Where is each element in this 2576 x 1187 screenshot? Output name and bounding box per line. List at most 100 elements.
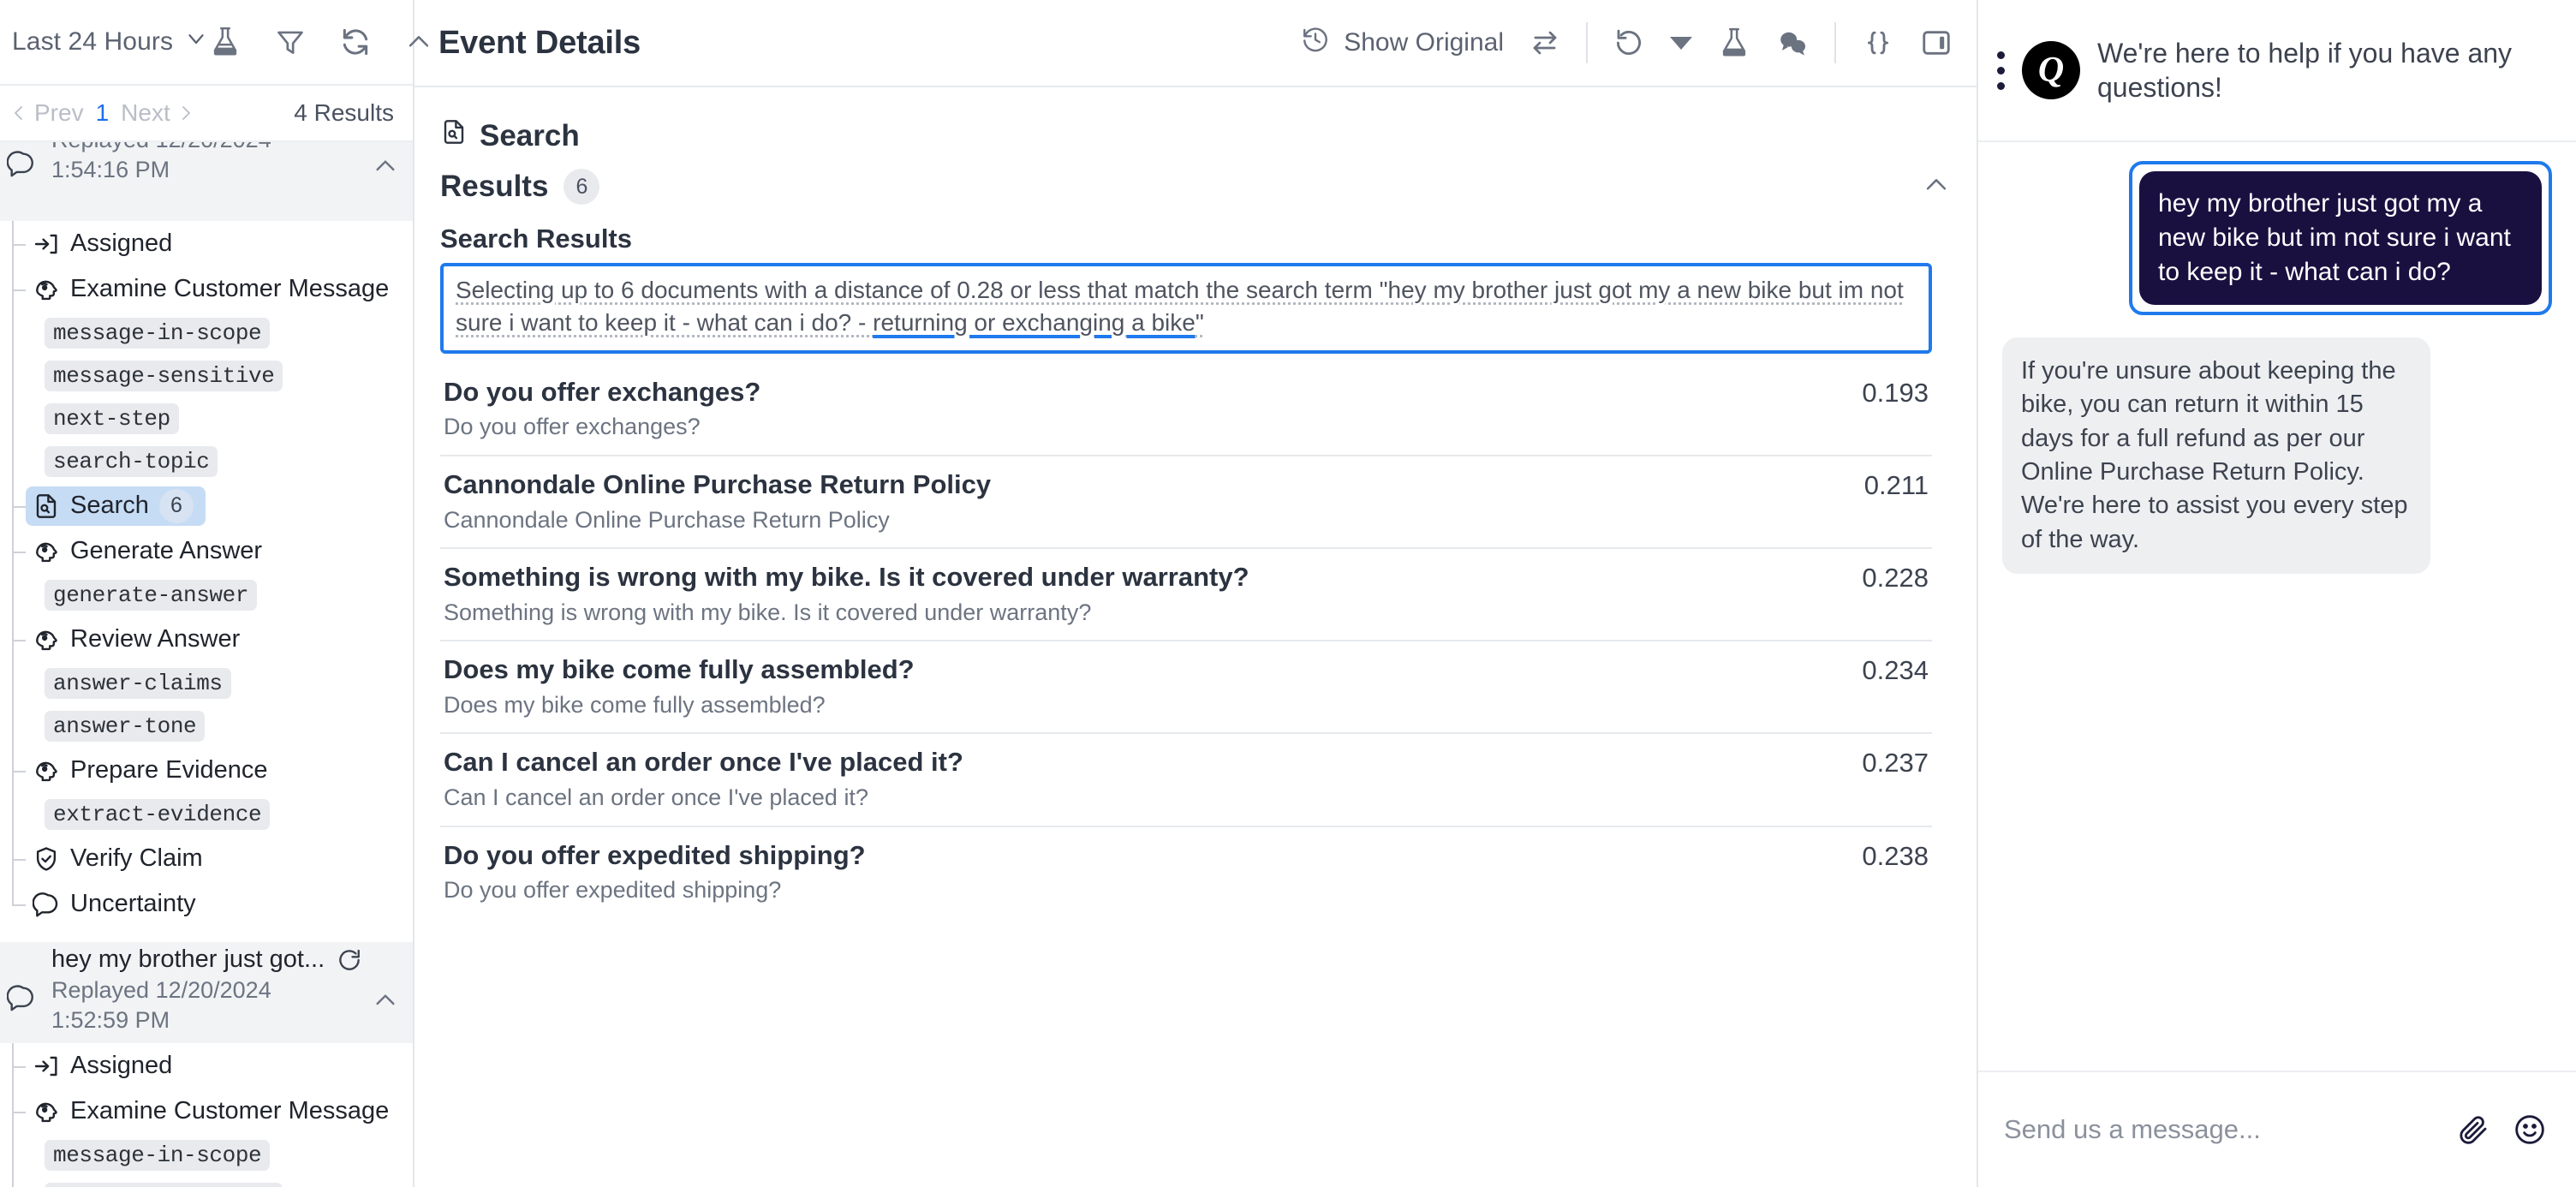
pagination-controls: Prev 1 Next bbox=[9, 99, 196, 127]
tree-tag-row[interactable]: answer-tone bbox=[0, 705, 413, 748]
session-header[interactable]: Replayed 12/20/2024 1:54:16 PM bbox=[0, 142, 413, 221]
show-original-button[interactable]: Show Original bbox=[1301, 25, 1504, 61]
refresh-icon[interactable] bbox=[1613, 27, 1644, 58]
paperclip-icon[interactable] bbox=[2456, 1112, 2490, 1147]
search-result-main: Cannondale Online Purchase Return Policy… bbox=[444, 468, 1830, 534]
sessions-scroll-area[interactable]: Replayed 12/20/2024 1:54:16 PM Assigned E… bbox=[0, 142, 413, 1187]
tree-tag[interactable]: answer-tone bbox=[45, 711, 206, 742]
tree-tag[interactable]: search-topic bbox=[45, 446, 218, 477]
show-original-label: Show Original bbox=[1344, 28, 1504, 57]
tree-tag[interactable]: message-sensitive bbox=[45, 361, 283, 391]
kebab-menu-icon[interactable] bbox=[1997, 51, 2005, 90]
tree-node-verify-claim[interactable]: Verify Claim bbox=[0, 836, 413, 881]
chat-message-agent[interactable]: If you're unsure about keeping the bike,… bbox=[2002, 337, 2430, 575]
tree-node-search[interactable]: Search 6 bbox=[0, 483, 413, 528]
assign-arrow-icon bbox=[33, 230, 60, 258]
tree-node-generate-answer[interactable]: Generate Answer bbox=[0, 528, 413, 574]
refresh-icon[interactable] bbox=[339, 26, 372, 58]
code-braces-icon[interactable] bbox=[1862, 27, 1894, 59]
tree-tag[interactable]: message-in-scope bbox=[45, 318, 271, 349]
panel-toggle-icon[interactable] bbox=[1920, 27, 1953, 59]
tree-tag-row[interactable]: message-sensitive bbox=[0, 355, 413, 397]
tree-tag[interactable]: message-sensitive bbox=[45, 1183, 283, 1187]
chat-message-list[interactable]: hey my brother just got my a new bike bu… bbox=[1978, 142, 2576, 1071]
session-timestamp: Replayed 12/20/2024 1:52:59 PM bbox=[51, 977, 271, 1033]
next-page-button[interactable]: Next bbox=[121, 99, 196, 127]
tree-node-examine-customer-message[interactable]: Examine Customer Message bbox=[0, 266, 413, 312]
session-tree: Assigned Examine Customer Message message-… bbox=[0, 221, 413, 927]
chevron-up-icon[interactable] bbox=[404, 27, 433, 57]
selected-message-highlight[interactable]: hey my brother just got my a new bike bu… bbox=[2129, 161, 2552, 315]
tree-tag[interactable]: answer-claims bbox=[45, 668, 231, 699]
replay-session-icon[interactable] bbox=[337, 947, 362, 973]
collapse-session-icon[interactable] bbox=[372, 152, 399, 184]
tree-tag[interactable]: next-step bbox=[45, 403, 179, 434]
search-description: Selecting up to 6 documents with a dista… bbox=[456, 274, 1917, 339]
emoji-icon[interactable] bbox=[2513, 1112, 2547, 1147]
search-result-score: 0.234 bbox=[1862, 655, 1929, 686]
tree-node-content: Assigned bbox=[33, 230, 172, 258]
search-topic-link[interactable]: returning or exchanging a bike bbox=[873, 309, 1196, 336]
page-number[interactable]: 1 bbox=[96, 99, 110, 127]
sidebar-toolbar: Last 24 Hours bbox=[0, 0, 429, 86]
tree-node-assigned[interactable]: Assigned bbox=[0, 1043, 413, 1089]
search-result-score: 0.228 bbox=[1862, 563, 1929, 593]
swap-arrows-icon[interactable] bbox=[1530, 27, 1560, 58]
tree-node-prepare-evidence[interactable]: Prepare Evidence bbox=[0, 748, 413, 793]
tree-tag-row[interactable]: generate-answer bbox=[0, 574, 413, 617]
chevron-up-icon[interactable] bbox=[1922, 170, 1951, 204]
history-icon bbox=[1301, 25, 1330, 61]
tree-tag[interactable]: message-in-scope bbox=[45, 1140, 271, 1172]
collapse-session-icon[interactable] bbox=[372, 987, 399, 1018]
message-input[interactable] bbox=[2004, 1114, 2434, 1145]
search-result-score: 0.237 bbox=[1862, 748, 1929, 778]
search-result-title: Can I cancel an order once I've placed i… bbox=[444, 747, 963, 778]
search-result-main: Something is wrong with my bike. Is it c… bbox=[444, 561, 1828, 626]
filter-icon[interactable] bbox=[274, 26, 307, 58]
tree-node-content: Examine Customer Message bbox=[33, 275, 389, 303]
tree-node-label: Assigned bbox=[70, 230, 173, 257]
sidebar-pagination: Prev 1 Next 4 Results bbox=[0, 86, 413, 142]
search-description-box[interactable]: Selecting up to 6 documents with a dista… bbox=[440, 263, 1932, 354]
thinking-head-icon bbox=[33, 626, 60, 653]
tree-node-label: Assigned bbox=[70, 1052, 173, 1080]
chat-bubbles-icon[interactable] bbox=[1776, 27, 1809, 59]
tree-tag[interactable]: generate-answer bbox=[45, 580, 258, 611]
search-result-row[interactable]: Does my bike come fully assembled? Does m… bbox=[440, 640, 1932, 732]
tree-tag-row[interactable]: message-in-scope bbox=[0, 312, 413, 355]
session-title-row: hey my brother just got... bbox=[12, 945, 384, 974]
tree-tag-row[interactable]: search-topic bbox=[0, 440, 413, 483]
chevron-down-icon[interactable] bbox=[1670, 36, 1692, 50]
tree-node-review-answer[interactable]: Review Answer bbox=[0, 617, 413, 662]
event-details-body: Search Results 6 Search Results Selectin… bbox=[414, 87, 1977, 1187]
search-result-row[interactable]: Do you offer exchanges? Do you offer exch… bbox=[440, 364, 1932, 455]
flask-icon[interactable] bbox=[209, 26, 242, 58]
tree-node-label: Search bbox=[70, 492, 149, 519]
time-range-selector[interactable]: Last 24 Hours bbox=[12, 26, 209, 58]
search-result-title: Do you offer expedited shipping? bbox=[444, 839, 866, 870]
chat-header: Q We're here to help if you have any que… bbox=[1978, 0, 2576, 142]
search-result-row[interactable]: Do you offer expedited shipping? Do you o… bbox=[440, 825, 1932, 918]
tree-tag-row[interactable]: extract-evidence bbox=[0, 793, 413, 836]
tree-tag-row[interactable]: answer-claims bbox=[0, 662, 413, 705]
results-section-header[interactable]: Results 6 bbox=[440, 169, 1951, 205]
search-result-row[interactable]: Something is wrong with my bike. Is it c… bbox=[440, 547, 1932, 640]
tree-node-examine-customer-message[interactable]: Examine Customer Message bbox=[0, 1089, 413, 1135]
tree-node-uncertainty[interactable]: Uncertainty bbox=[0, 881, 413, 927]
search-result-row[interactable]: Cannondale Online Purchase Return Policy… bbox=[440, 454, 1932, 547]
tree-tag[interactable]: extract-evidence bbox=[45, 799, 271, 830]
session-header[interactable]: hey my brother just got... Replayed 12/2… bbox=[0, 942, 413, 1044]
tree-node-assigned[interactable]: Assigned bbox=[0, 221, 413, 266]
flask-icon[interactable] bbox=[1718, 27, 1750, 59]
chat-message-customer[interactable]: hey my brother just got my a new bike bu… bbox=[2139, 171, 2542, 305]
tree-tag-row[interactable]: message-in-scope bbox=[0, 1134, 413, 1178]
search-result-row[interactable]: Can I cancel an order once I've placed i… bbox=[440, 732, 1932, 825]
search-result-snippet: Cannondale Online Purchase Return Policy bbox=[444, 506, 890, 533]
tree-tag-row[interactable]: next-step bbox=[0, 397, 413, 440]
search-result-snippet: Do you offer exchanges? bbox=[444, 414, 701, 440]
prev-page-label: Prev bbox=[34, 99, 84, 126]
chat-header-text: We're here to help if you have any quest… bbox=[2097, 37, 2513, 103]
tree-tag-row[interactable]: message-sensitive bbox=[0, 1177, 413, 1187]
results-count: 4 Results bbox=[294, 99, 394, 126]
prev-page-button[interactable]: Prev bbox=[9, 99, 84, 127]
